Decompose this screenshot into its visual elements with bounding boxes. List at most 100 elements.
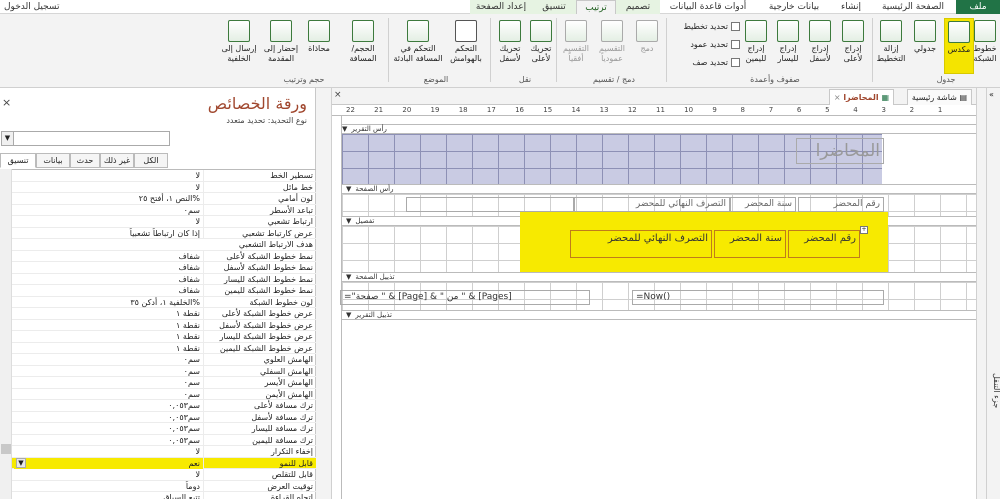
property-value[interactable]: الخلفية ۱، أدكن ۳٥% [14,296,204,308]
property-row[interactable]: ۰سم الهامش الأيسر [0,377,316,389]
property-row[interactable]: الخلفية ۱، أدكن ۳٥% لون خطوط الشبكة [0,296,316,308]
property-row[interactable]: لا خط مائل [0,181,316,193]
property-value[interactable]: ۰,۰٥۳سم [14,423,204,434]
tab-file[interactable]: ملف [956,0,1000,14]
property-value[interactable]: النص ۱، أفتح ۲٥% [14,193,204,204]
footer-page-number-textbox[interactable]: ="صفحة " & [Page] & " من " & [Pages] [340,290,590,305]
property-value[interactable]: شفاف [14,250,204,262]
tab-format-props[interactable]: تنسيق [0,153,36,168]
header-empty-cell[interactable] [406,197,574,212]
property-row[interactable]: إذا كان ارتباطاً تشعبياً عرض كارتباط تشعب… [0,227,316,239]
property-value[interactable]: ۱ نقطة [14,342,204,354]
tab-other[interactable]: غير ذلك [100,153,134,168]
close-icon[interactable]: × [334,90,342,100]
insert-right-button[interactable]: إدراج لليمين [740,18,772,72]
report-title-label[interactable]: المحاضرا [796,138,884,164]
section-report-header[interactable]: ▼ رأس التقرير [342,124,976,134]
property-value[interactable]: نعم [14,457,204,469]
property-row[interactable]: ۰,۰٥۳سم ترك مسافة لليسار [0,423,316,435]
property-value[interactable]: ۰سم [14,204,204,216]
doc-tab-report[interactable]: × المحاضرا ▦ [828,89,894,105]
property-row[interactable]: لا ارتباط تشعبي [0,216,316,228]
property-row[interactable]: لا قابل للتقلص [0,469,316,481]
control-margins-button[interactable]: التحكم بالهوامش [444,18,488,72]
tab-event[interactable]: حدث [70,153,100,168]
select-row-button[interactable]: تحديد صف [668,56,740,70]
property-row[interactable]: ۰سم الهامش السفلي [0,365,316,377]
navigation-pane-collapsed[interactable]: « جزء التنقل [986,88,1000,499]
property-row[interactable]: لا إخفاء التكرار [0,446,316,458]
tabular-button[interactable]: جدولي [908,18,942,72]
property-row[interactable]: ۱ نقطة عرض خطوط الشبكة لأعلى [0,308,316,320]
property-row[interactable]: شفاف نمط خطوط الشبكة لأعلى [0,250,316,262]
property-row[interactable]: شفاف نمط خطوط الشبكة لليمين [0,285,316,297]
tab-arrange[interactable]: ترتيب [576,0,616,14]
chevron-down-icon[interactable]: ▼ [2,132,14,145]
property-value[interactable]: شفاف [14,273,204,285]
tab-format[interactable]: تنسيق [532,0,576,14]
property-row[interactable]: ۰,۰٥۳سم ترك مسافة لأعلى [0,400,316,412]
header-label-record-year[interactable]: سنة المحضر [730,197,796,212]
doc-tab-main-screen[interactable]: شاشة رئيسية ▤ [906,89,972,105]
header-label-final-disposition[interactable]: التصرف النهائي للمحضر [574,197,730,212]
header-label-record-number[interactable]: رقم المحضر [798,197,884,212]
insert-left-button[interactable]: إدراج لليسار [772,18,804,72]
page-footer-grid[interactable]: =Now() ="صفحة " & [Page] & " من " & [Pag… [340,282,976,310]
property-value[interactable]: ۰سم [14,354,204,365]
select-column-button[interactable]: تحديد عمود [668,38,740,52]
send-back-button[interactable]: إرسال إلى الخلفية [218,18,260,72]
split-vertical-button[interactable]: التقسيم عمودياً [594,18,630,72]
property-row[interactable]: ۱ نقطة عرض خطوط الشبكة لأسفل [0,319,316,331]
tab-database-tools[interactable]: أدوات قاعدة البيانات [662,0,754,14]
close-icon[interactable]: × [834,93,841,102]
align-button[interactable]: محاذاة [300,18,338,72]
property-value[interactable]: ۰,۰٥۳سم [14,434,204,446]
chevron-down-icon[interactable]: ▼ [16,457,26,468]
property-row[interactable]: النص ۱، أفتح ۲٥% لون أمامي [0,193,316,205]
property-row[interactable]: ۱ نقطة عرض خطوط الشبكة لليمين [0,342,316,354]
stacked-button[interactable]: مكدس [944,18,974,74]
tab-page-setup[interactable]: إعداد الصفحة [470,0,532,14]
sign-in-link[interactable]: تسجيل الدخول [4,0,74,14]
property-value[interactable]: شفاف [14,285,204,296]
footer-now-textbox[interactable]: =Now() [632,290,884,305]
control-padding-button[interactable]: التحكم في المسافة البادئة [392,18,444,72]
move-down-button[interactable]: تحريك لأسفل [494,18,526,72]
bring-front-button[interactable]: إحضار إلى المقدمة [262,18,300,72]
insert-above-button[interactable]: إدراج لأعلى [836,18,870,72]
property-value[interactable]: شفاف [14,262,204,273]
property-value[interactable]: لا [14,469,204,480]
property-value[interactable]: ۰سم [14,377,204,388]
move-up-button[interactable]: تحريك لأعلى [526,18,556,72]
property-row[interactable]: شفاف نمط خطوط الشبكة لليسار [0,273,316,285]
section-page-header[interactable]: ▼ رأس الصفحة [342,184,976,194]
property-value[interactable]: ۰,۰٥۳سم [14,411,204,423]
property-row[interactable]: ۱ نقطة عرض خطوط الشبكة لليسار [0,331,316,343]
property-value[interactable]: ۰سم [14,388,204,400]
size-space-button[interactable]: الحجم/ المسافة [340,18,386,72]
property-value[interactable]: ۰سم [14,365,204,377]
property-row[interactable]: نعم قابل للنمو ▼ [0,457,316,469]
property-row[interactable]: لا تسطير الخط [0,170,316,182]
property-row[interactable]: ۰,۰٥۳سم ترك مسافة لليمين [0,434,316,446]
property-value[interactable]: لا [14,181,204,193]
property-scrollbar[interactable] [0,169,12,499]
field-record-year[interactable]: سنة المحضر [714,230,786,258]
merge-button[interactable]: دمج [630,18,664,72]
select-layout-button[interactable]: تحديد تخطيط [668,20,740,34]
tab-create[interactable]: إنشاء [834,0,868,14]
property-row[interactable]: ۰سم الهامش الأيمن [0,388,316,400]
property-value[interactable]: ۰,۰٥۳سم [14,400,204,411]
layout-move-handle-icon[interactable]: + [860,226,868,234]
property-value[interactable]: لا [14,170,204,181]
split-horizontal-button[interactable]: التقسيم أفقياً [558,18,594,72]
property-row[interactable]: تتبع السياق اتجاه القراءة [0,492,316,499]
expand-nav-icon[interactable]: « [989,90,994,99]
property-value[interactable]: دوماً [14,480,204,492]
section-page-footer[interactable]: ▼ تذييل الصفحة [342,272,976,282]
property-value[interactable]: لا [14,446,204,457]
tab-all[interactable]: الكل [134,153,168,168]
section-report-footer[interactable]: ▼ تذييل التقرير [342,310,976,320]
report-header-grid[interactable]: المحاضرا [342,134,884,184]
insert-below-button[interactable]: إدراج لأسفل [804,18,836,72]
